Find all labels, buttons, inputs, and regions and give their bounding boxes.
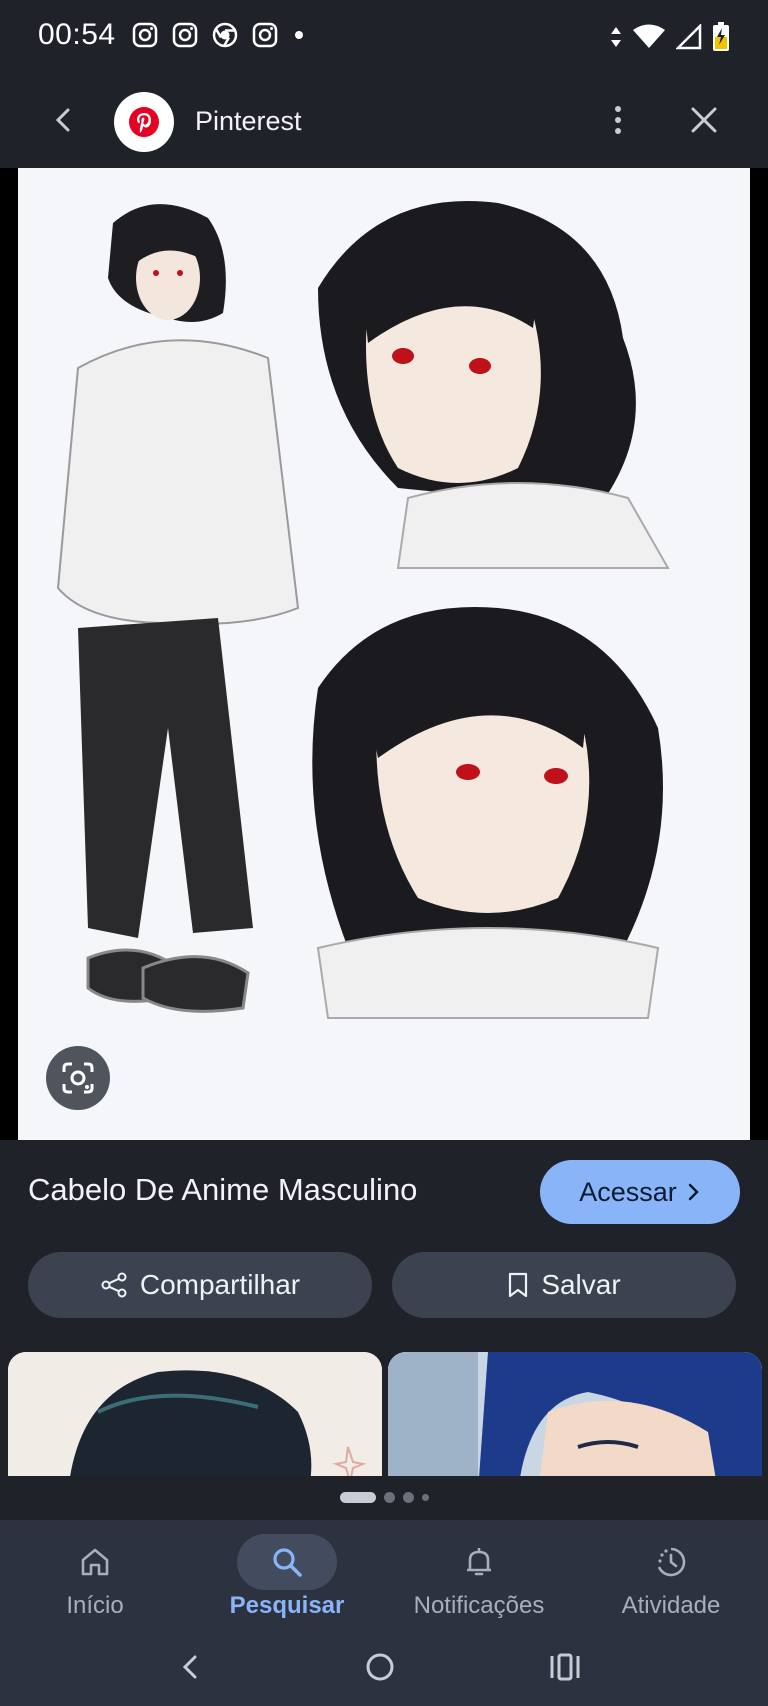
data-arrows-icon [611, 27, 621, 47]
wifi-icon [633, 24, 665, 48]
result-title: Cabelo De Anime Masculino [28, 1172, 418, 1207]
visit-button[interactable]: Acessar [540, 1160, 740, 1224]
instagram-icon [172, 22, 198, 48]
bookmark-icon [509, 1272, 528, 1298]
nav-label-activity: Atividade [621, 1592, 721, 1619]
nav-item-search[interactable]: Pesquisar [192, 1520, 382, 1630]
share-button[interactable]: Compartilhar [28, 1252, 372, 1318]
nav-label-notifications: Notificações [413, 1592, 545, 1619]
signal-icon [676, 24, 702, 50]
chevron-left-icon [55, 108, 70, 132]
nav-item-home[interactable]: Início [0, 1520, 190, 1630]
system-back-button[interactable] [166, 1642, 216, 1692]
instagram-icon [252, 22, 278, 48]
chrome-icon [212, 22, 238, 48]
nav-item-activity[interactable]: Atividade [576, 1520, 766, 1630]
activity-icon [621, 1534, 721, 1590]
save-button[interactable]: Salvar [392, 1252, 736, 1318]
page-dot [422, 1494, 429, 1501]
instagram-icon [132, 22, 158, 48]
circle-home-icon [366, 1653, 394, 1681]
lens-search-button[interactable] [46, 1046, 110, 1110]
status-time: 00:54 [38, 18, 116, 51]
battery-charging-icon [713, 22, 729, 51]
system-home-button[interactable] [355, 1642, 405, 1692]
back-button[interactable] [44, 100, 84, 140]
thumbnail-illustration [8, 1352, 382, 1476]
nav-item-notifications[interactable]: Notificações [384, 1520, 574, 1630]
search-icon [237, 1534, 337, 1590]
page-dot-active [340, 1492, 376, 1503]
more-vert-icon [615, 106, 621, 134]
share-button-label: Compartilhar [139, 1269, 301, 1300]
image-preview-area [0, 168, 768, 1140]
page-dot [384, 1492, 395, 1503]
save-button-label: Salvar [541, 1269, 621, 1300]
bell-icon [429, 1534, 529, 1590]
thumbnail-illustration [388, 1352, 762, 1476]
related-images [0, 1352, 768, 1476]
page-dot [403, 1492, 414, 1503]
pinterest-logo [114, 92, 174, 152]
app-title: Pinterest [195, 106, 302, 136]
system-recents-button[interactable] [540, 1642, 590, 1692]
share-icon [101, 1272, 127, 1298]
recents-icon [550, 1653, 580, 1681]
nav-label-home: Início [66, 1592, 124, 1619]
chevron-right-icon [688, 1183, 699, 1201]
system-status-icons [610, 22, 730, 52]
home-icon [45, 1534, 145, 1590]
chevron-left-icon [182, 1655, 197, 1679]
google-lens-icon [62, 1062, 94, 1094]
nav-label-search: Pesquisar [229, 1592, 345, 1619]
close-button[interactable] [684, 100, 724, 140]
anime-character-image[interactable] [18, 168, 750, 1140]
more-options-button[interactable] [598, 100, 638, 140]
app-bar: Pinterest [0, 76, 768, 168]
related-image-thumbnail[interactable] [388, 1352, 762, 1476]
bottom-navigation: Início Pesquisar Notificações Atividade [0, 1520, 768, 1630]
pinterest-icon [129, 107, 159, 137]
visit-button-label: Acessar [579, 1176, 677, 1207]
system-navigation-bar [0, 1630, 768, 1706]
status-bar: 00:54 [0, 0, 768, 76]
character-illustration [18, 168, 750, 1140]
close-icon [691, 107, 717, 133]
notification-icons [132, 22, 306, 48]
dot-icon [295, 31, 303, 39]
page-indicator [340, 1492, 429, 1503]
related-image-thumbnail[interactable] [8, 1352, 382, 1476]
